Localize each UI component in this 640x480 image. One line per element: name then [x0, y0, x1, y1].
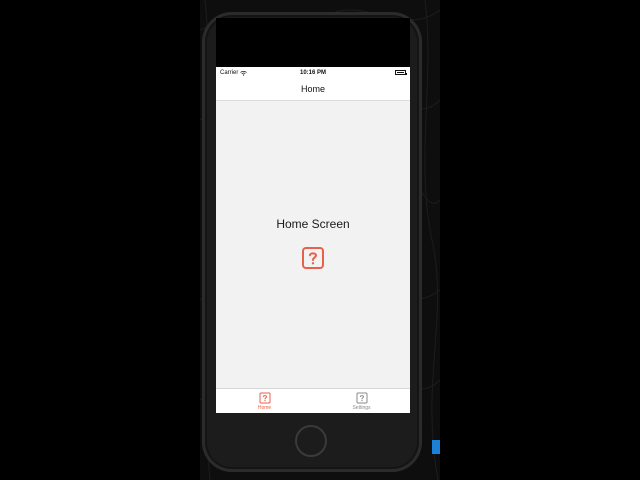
tab-settings[interactable]: Settings [313, 389, 410, 413]
tab-bar: Home Settings [216, 388, 410, 413]
tab-home-label: Home [257, 405, 272, 411]
help-square-icon [356, 392, 367, 404]
nav-title: Home [300, 84, 325, 94]
help-square-icon [302, 247, 324, 269]
phone-screen: Carrier 10:16 PM Home Home Screen Home S… [216, 67, 410, 413]
stage: Carrier 10:16 PM Home Home Screen Home S… [0, 0, 640, 480]
status-time: 10:16 PM [299, 70, 326, 76]
navigation-bar: Home [216, 79, 410, 101]
help-square-icon [259, 392, 270, 404]
phone-top-bezel [216, 18, 410, 67]
home-button[interactable] [295, 425, 327, 457]
status-bar: Carrier 10:16 PM [216, 67, 410, 79]
home-content: Home Screen [216, 101, 410, 388]
battery-icon [395, 70, 407, 75]
tab-settings-label: Settings [352, 405, 371, 411]
tab-home[interactable]: Home [216, 389, 313, 413]
window-edge-accent [432, 440, 440, 454]
home-screen-heading: Home Screen [276, 217, 350, 231]
